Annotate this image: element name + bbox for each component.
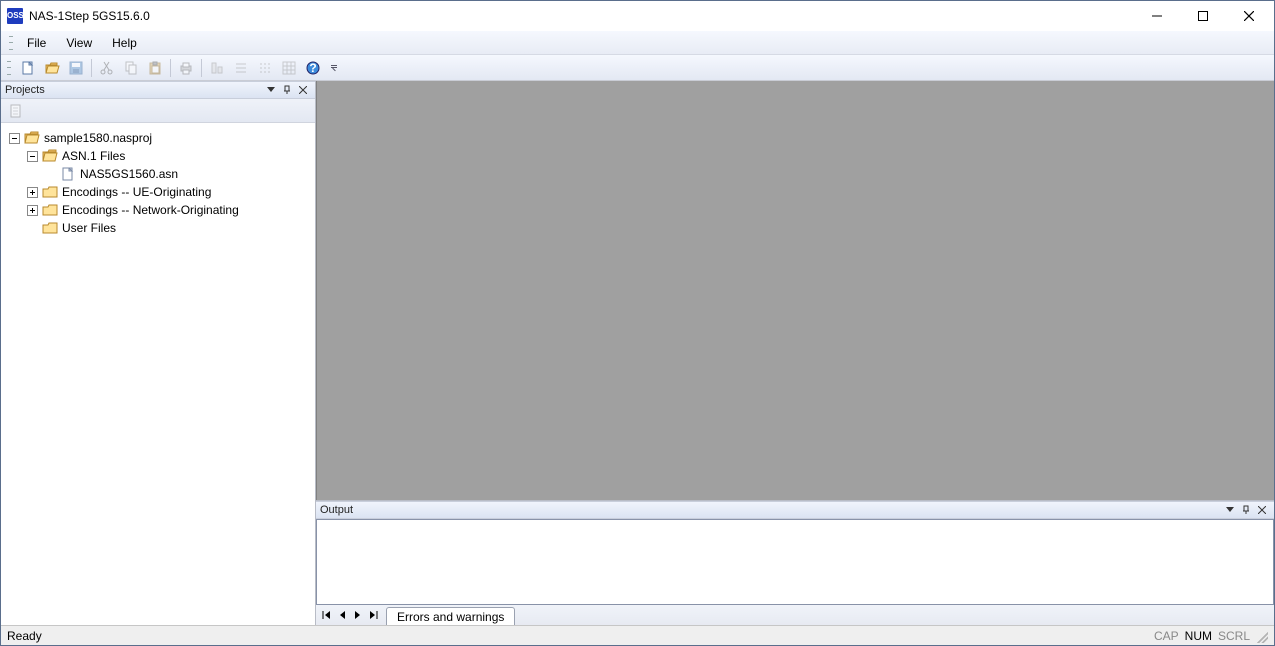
tab-label: Errors and warnings [397,610,504,624]
tree-expand-icon[interactable] [27,205,38,216]
menu-help[interactable]: Help [102,32,147,54]
tree-label: Encodings -- UE-Originating [62,185,211,199]
tree-label: User Files [62,221,116,235]
resize-grip-icon[interactable] [1254,629,1268,643]
tab-prev-icon[interactable] [334,607,350,623]
tree-expand-icon[interactable] [27,187,38,198]
toolbar: ? [1,55,1274,81]
tool-a-button[interactable] [206,57,228,79]
file-icon [60,167,76,181]
tree-spacer [45,169,56,180]
panel-dropdown-icon[interactable] [263,83,279,97]
projects-tree[interactable]: sample1580.nasproj ASN.1 Files NAS5GS156… [1,123,315,625]
panel-pin-icon[interactable] [279,83,295,97]
tree-label: ASN.1 Files [62,149,125,163]
menu-file[interactable]: File [17,32,56,54]
app-icon: OSS [7,8,23,24]
output-panel-header: Output [316,501,1274,519]
menu-bar: File View Help [1,31,1274,55]
open-button[interactable] [41,57,63,79]
workspace: Projects sample1580.nasproj [1,81,1274,625]
tree-collapse-icon[interactable] [27,151,38,162]
tree-asn-folder[interactable]: ASN.1 Files [1,147,315,165]
tree-spacer [27,223,38,234]
toolbar-grip-icon [7,61,11,75]
tree-label: NAS5GS1560.asn [80,167,178,181]
panel-dropdown-icon[interactable] [1222,503,1238,517]
tool-c-button[interactable] [254,57,276,79]
output-body[interactable] [316,519,1274,605]
output-tabs: Errors and warnings [316,605,1274,625]
toolbar-separator [91,59,92,77]
menubar-grip-icon [9,36,13,50]
tree-enc-net[interactable]: Encodings -- Network-Originating [1,201,315,219]
folder-open-icon [24,131,40,145]
status-scrl: SCRL [1218,629,1250,643]
status-num: NUM [1185,629,1212,643]
tree-asn-file[interactable]: NAS5GS1560.asn [1,165,315,183]
projects-panel: Projects sample1580.nasproj [1,81,316,625]
tool-b-button[interactable] [230,57,252,79]
tree-label: Encodings -- Network-Originating [62,203,239,217]
status-text: Ready [7,629,1148,643]
window-title: NAS-1Step 5GS15.6.0 [29,9,1134,23]
tab-next-icon[interactable] [350,607,366,623]
projects-doc-icon[interactable] [5,101,27,121]
paste-button[interactable] [144,57,166,79]
tree-enc-ue[interactable]: Encodings -- UE-Originating [1,183,315,201]
projects-toolbar [1,99,315,123]
folder-icon [42,221,58,235]
tab-first-icon[interactable] [318,607,334,623]
maximize-button[interactable] [1180,1,1226,31]
cut-button[interactable] [96,57,118,79]
panel-pin-icon[interactable] [1238,503,1254,517]
folder-icon [42,185,58,199]
tab-last-icon[interactable] [366,607,382,623]
new-file-button[interactable] [17,57,39,79]
projects-panel-header: Projects [1,81,315,99]
tree-root[interactable]: sample1580.nasproj [1,129,315,147]
status-bar: Ready CAP NUM SCRL [1,625,1274,645]
editor-area [316,81,1274,500]
close-button[interactable] [1226,1,1272,31]
tree-collapse-icon[interactable] [9,133,20,144]
toolbar-separator [201,59,202,77]
panel-close-icon[interactable] [1254,503,1270,517]
toolbar-separator [170,59,171,77]
right-area: Output Errors and warnings [316,81,1274,625]
title-bar: OSS NAS-1Step 5GS15.6.0 [1,1,1274,31]
save-button[interactable] [65,57,87,79]
output-tab-errors[interactable]: Errors and warnings [386,607,515,625]
output-panel: Output Errors and warnings [316,500,1274,625]
help-button[interactable]: ? [302,57,324,79]
folder-open-icon [42,149,58,163]
output-panel-title: Output [320,504,1222,516]
folder-icon [42,203,58,217]
tree-user-files[interactable]: User Files [1,219,315,237]
projects-panel-title: Projects [5,84,263,96]
tree-label: sample1580.nasproj [44,131,152,145]
app-window: OSS NAS-1Step 5GS15.6.0 File View Help [0,0,1275,646]
menu-view[interactable]: View [56,32,102,54]
grid-button[interactable] [278,57,300,79]
print-button[interactable] [175,57,197,79]
minimize-button[interactable] [1134,1,1180,31]
toolbar-overflow-icon[interactable] [328,65,340,70]
svg-text:?: ? [309,61,316,75]
status-cap: CAP [1154,629,1179,643]
panel-close-icon[interactable] [295,83,311,97]
copy-button[interactable] [120,57,142,79]
